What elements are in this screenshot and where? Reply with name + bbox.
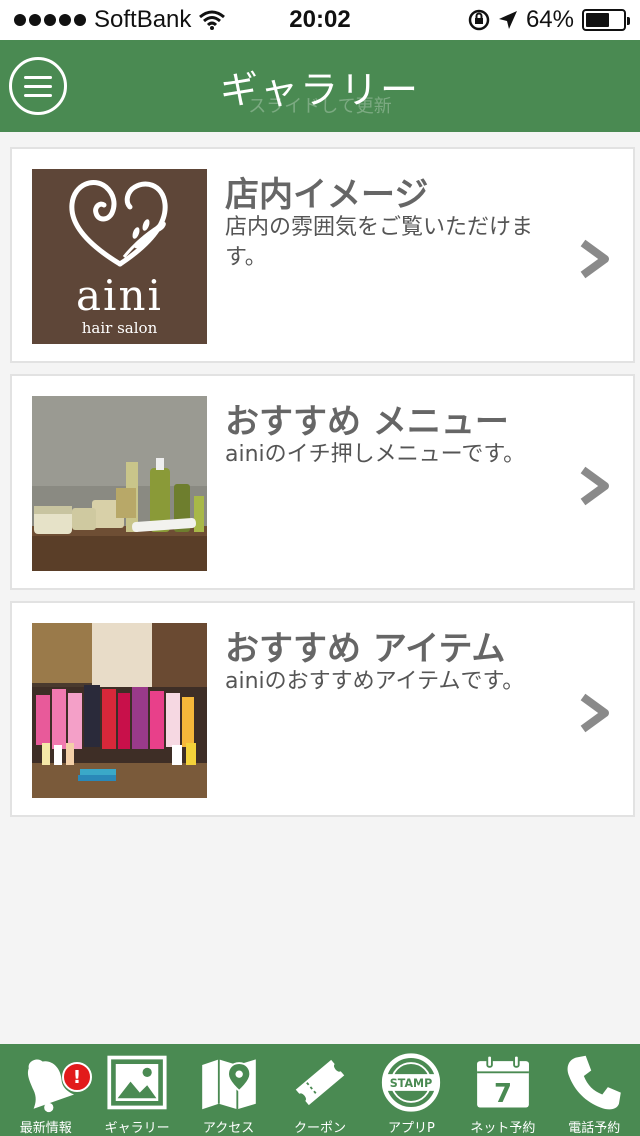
gallery-list: aini hair salon 店内イメージ 店内の雰囲気をご覧いただけます。	[10, 147, 635, 828]
tab-coupon[interactable]: クーポン	[274, 1044, 365, 1136]
status-bar: SoftBank 20:02 64%	[0, 0, 640, 40]
tab-label: ネット予約	[470, 1121, 536, 1136]
gallery-item-description: 店内の雰囲気をご覧いただけます。	[225, 215, 534, 270]
map-icon	[201, 1059, 256, 1110]
items-products-photo	[32, 623, 207, 798]
logo-subtext: hair salon	[81, 319, 158, 337]
gallery-item-title: 店内イメージ	[225, 175, 429, 215]
tab-label: アクセス	[202, 1121, 255, 1136]
bottom-tab-bar: ! 最新情報 ギャラリー アクセス クーポン STAMP アプリP 7 ネット予…	[0, 1044, 640, 1136]
phone-icon	[567, 1055, 622, 1110]
chevron-right-icon	[580, 693, 609, 733]
signal-strength-icon	[14, 14, 86, 26]
tab-web-reservation[interactable]: 7 ネット予約	[457, 1044, 548, 1136]
heart-leaf-logo-icon	[69, 180, 168, 267]
location-arrow-icon	[498, 11, 517, 29]
tab-app-points[interactable]: STAMP アプリP	[366, 1044, 457, 1136]
thumbnail-menu-products-photo	[32, 396, 207, 571]
gallery-item-recommended-items[interactable]: おすすめ アイテム ainiのおすすめアイテムです。	[10, 601, 635, 817]
calendar-day: 7	[494, 1079, 512, 1109]
battery-icon	[582, 9, 630, 31]
menu-line	[24, 84, 52, 88]
gallery-item-description: ainiのイチ押しメニューです。	[225, 442, 526, 467]
orientation-lock-icon	[468, 9, 490, 31]
chevron-right-icon	[580, 466, 609, 506]
wifi-icon	[199, 10, 226, 30]
tab-label: アプリP	[387, 1121, 435, 1136]
carrier-name: SoftBank	[94, 6, 192, 33]
status-left: SoftBank	[14, 6, 226, 34]
tab-label: 電話予約	[568, 1121, 621, 1136]
tab-access[interactable]: アクセス	[183, 1044, 274, 1136]
tab-label: 最新情報	[19, 1121, 72, 1136]
gallery-item-recommended-menu[interactable]: おすすめ メニュー ainiのイチ押しメニューです。	[10, 374, 635, 590]
aini-logo: aini hair salon	[32, 169, 207, 344]
battery-percent: 64%	[525, 6, 574, 33]
tab-label: ギャラリー	[104, 1121, 170, 1136]
menu-products-photo	[32, 396, 207, 571]
tab-label: クーポン	[293, 1121, 346, 1136]
tab-news[interactable]: ! 最新情報	[0, 1044, 92, 1136]
calendar-icon: 7	[476, 1054, 529, 1109]
page-title: ギャラリー	[219, 67, 420, 112]
gallery-item-description: ainiのおすすめアイテムです。	[225, 669, 525, 694]
thumbnail-aini-logo: aini hair salon	[32, 169, 207, 344]
app-header: スライドして更新 ギャラリー	[0, 40, 640, 132]
ticket-icon	[295, 1059, 345, 1106]
status-right: 64%	[468, 6, 630, 34]
stamp-text: STAMP	[390, 1077, 432, 1090]
notification-badge: !	[62, 1062, 92, 1092]
logo-wordmark: aini	[76, 271, 163, 320]
stamp-icon: STAMP	[382, 1053, 441, 1112]
thumbnail-items-products-photo	[32, 623, 207, 798]
gallery-item-store-image[interactable]: aini hair salon 店内イメージ 店内の雰囲気をご覧いただけます。	[10, 147, 635, 363]
chevron-right-icon	[580, 239, 609, 279]
battery-level	[586, 13, 610, 27]
gallery-item-title: おすすめ アイテム	[225, 629, 506, 669]
gallery-item-title: おすすめ メニュー	[225, 402, 509, 442]
menu-line	[24, 75, 52, 79]
tab-gallery[interactable]: ギャラリー	[91, 1044, 182, 1136]
tab-phone-reservation[interactable]: 電話予約	[549, 1044, 640, 1136]
image-icon	[107, 1055, 167, 1110]
